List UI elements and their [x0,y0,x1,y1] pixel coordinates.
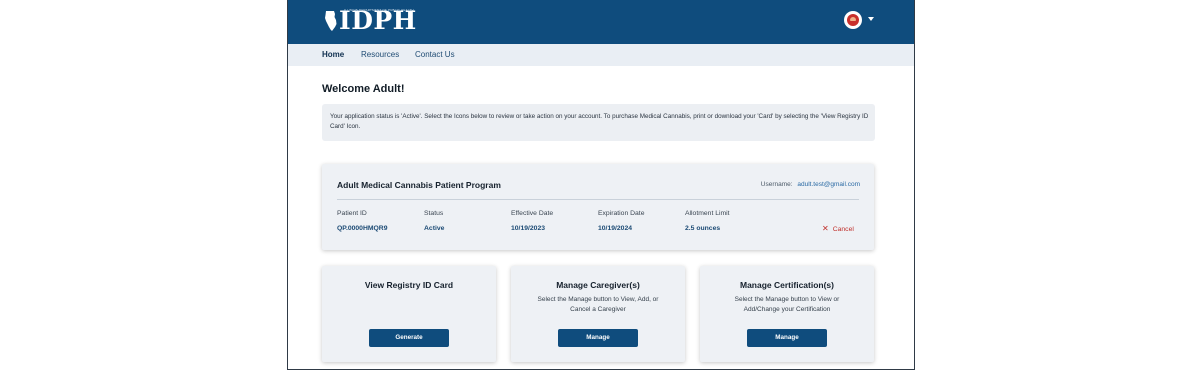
status-notice-text: Your application status is 'Active'. Sel… [330,113,869,130]
allotment-limit-value: 2.5 ounces [685,225,721,232]
status-notice: Your application status is 'Active'. Sel… [322,104,875,141]
avatar-image [847,14,859,26]
status-value: Active [424,225,445,232]
program-card: Adult Medical Cannabis Patient Program U… [322,164,874,250]
nav-item-resources[interactable]: Resources [361,50,399,59]
tile-manage-caregivers: Manage Caregiver(s) Select the Manage bu… [511,266,685,362]
patient-id-value: QP.0000HMQR9 [337,225,388,232]
generate-button[interactable]: Generate [369,329,449,347]
nav-item-home[interactable]: Home [322,50,344,59]
tile-description: Select the Manage button to View or Add/… [734,296,840,313]
allotment-limit-label: Allotment Limit [685,210,730,217]
top-bar: ILLINOIS DEPARTMENT OF PUBLIC HEALTH IDP… [288,0,914,44]
username-label: Username: [760,181,793,188]
patient-id-label: Patient ID [337,210,367,217]
tile-title: Manage Caregiver(s) [556,280,640,290]
username-value: adult.test@gmail.com [797,181,860,188]
tile-description: Select the Manage button to View, Add, o… [537,296,659,313]
expiration-date-value: 10/19/2024 [598,225,633,232]
close-icon: ✕ [822,224,829,233]
idph-logo[interactable]: ILLINOIS DEPARTMENT OF PUBLIC HEALTH IDP… [324,8,417,34]
illinois-state-icon [325,11,337,31]
divider [337,199,859,200]
expiration-date-label: Expiration Date [598,210,645,217]
program-title: Adult Medical Cannabis Patient Program [337,180,501,190]
tile-title: Manage Certification(s) [740,280,834,290]
user-avatar-icon[interactable] [844,11,862,29]
app-window: ILLINOIS DEPARTMENT OF PUBLIC HEALTH IDP… [287,0,915,370]
cancel-button[interactable]: ✕ Cancel [822,225,854,233]
cancel-label: Cancel [832,225,854,233]
effective-date-value: 10/19/2023 [511,225,546,232]
logo-subtext: ILLINOIS DEPARTMENT OF PUBLIC HEALTH [344,8,414,12]
caret-down-icon[interactable] [868,17,874,21]
nav-bar: Home Resources Contact Us [288,44,914,66]
status-label: Status [424,210,444,217]
nav-item-contact-us[interactable]: Contact Us [415,50,455,59]
tile-manage-certifications: Manage Certification(s) Select the Manag… [700,266,874,362]
page-title: Welcome Adult! [322,83,405,95]
effective-date-label: Effective Date [511,210,554,217]
tile-registry-id-card: View Registry ID Card Generate [322,266,496,362]
manage-certifications-button[interactable]: Manage [747,329,827,347]
username: Username: adult.test@gmail.com [761,181,860,188]
manage-caregivers-button[interactable]: Manage [558,329,638,347]
tile-title: View Registry ID Card [364,280,454,290]
